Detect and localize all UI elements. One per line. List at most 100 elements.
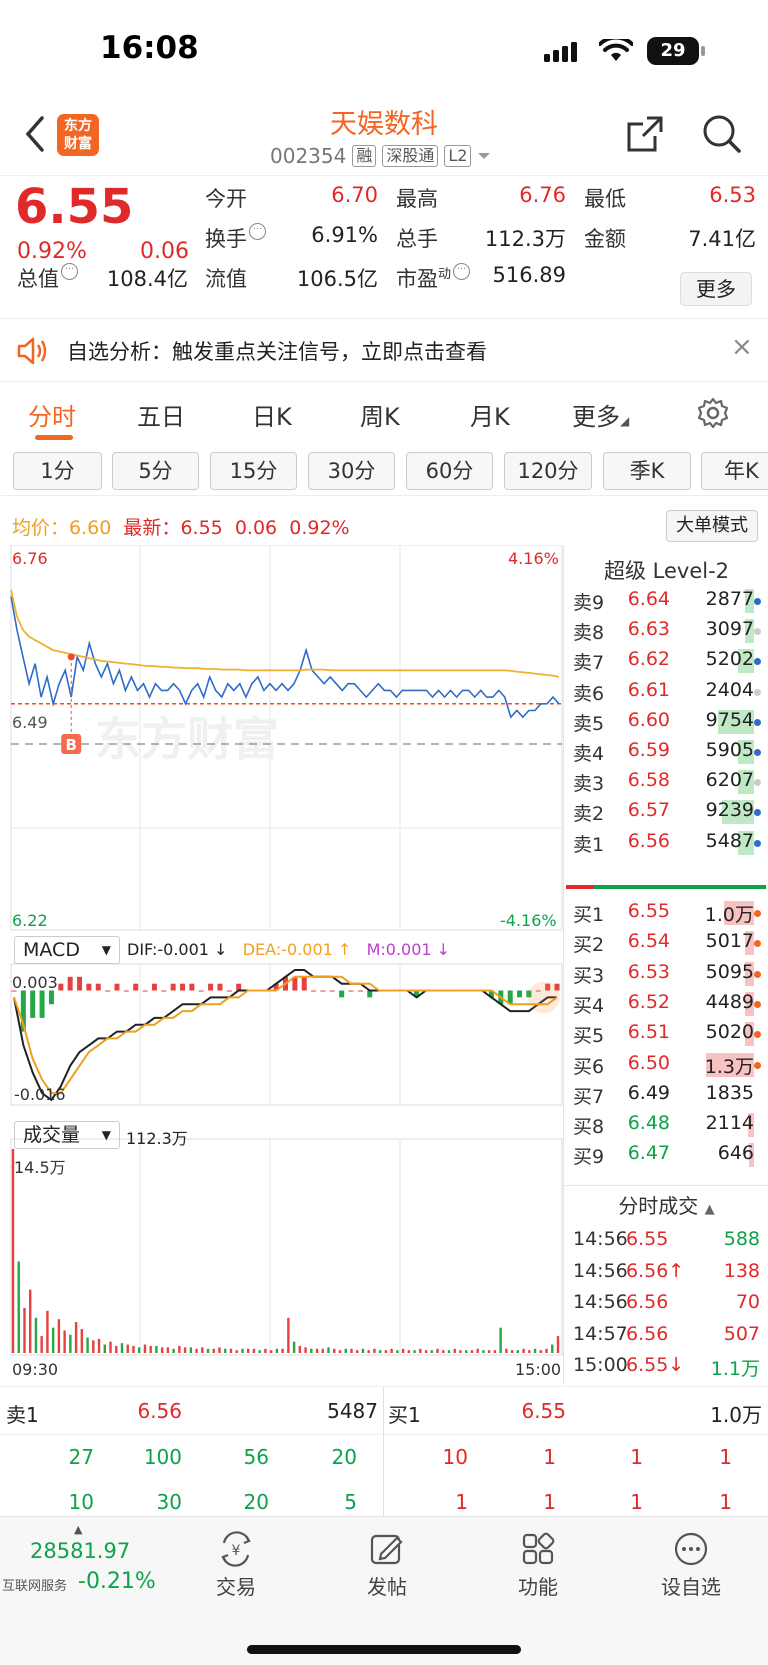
volume-bar bbox=[57, 1319, 61, 1353]
order-book[interactable]: 超级 Level-2 卖9 6.64 2877 卖8 6.63 3097 卖7 6.62 520… bbox=[563, 545, 768, 1385]
index-name: 互联网服务 bbox=[2, 1579, 68, 1594]
macd-histogram-bar bbox=[105, 990, 111, 992]
bid-level[interactable]: 买7 6.49 1835 bbox=[564, 1079, 768, 1111]
pe-label[interactable]: 市盈动 ··· bbox=[396, 263, 471, 293]
level-label: 卖4 bbox=[573, 743, 605, 765]
info-icon[interactable]: ··· bbox=[61, 263, 78, 280]
trade-volume: 138 bbox=[723, 1259, 760, 1282]
volume-bar bbox=[545, 1348, 548, 1353]
macd-dea-label: DEA:-0.001 ↑ bbox=[242, 940, 352, 959]
bid1-label: 买1 bbox=[388, 1403, 421, 1427]
caret-down-icon[interactable] bbox=[477, 151, 491, 161]
tab-more[interactable]: 更多◢ bbox=[572, 397, 629, 432]
intraday-chart[interactable]: 东方财富 B bbox=[0, 545, 563, 1385]
alert-banner[interactable]: 自选分析：触发重点关注信号，立即点击查看 × bbox=[0, 320, 768, 382]
info-icon[interactable]: ··· bbox=[249, 223, 266, 240]
ask-level[interactable]: 卖6 6.61 2404 bbox=[564, 676, 768, 708]
interval-year-k[interactable]: 年K bbox=[701, 452, 768, 490]
volume-bar bbox=[384, 1350, 388, 1353]
trade-row: 15:00 6.55↓ 1.1万 bbox=[564, 1351, 768, 1383]
volume-bar bbox=[556, 1336, 560, 1353]
interval-120min[interactable]: 120分 bbox=[504, 452, 592, 490]
ask-level[interactable]: 卖9 6.64 2877 bbox=[564, 585, 768, 617]
nav-trade[interactable]: ¥ 交易 bbox=[191, 1531, 281, 1600]
bid-level[interactable]: 买1 6.55 1.0万 bbox=[564, 897, 768, 929]
interval-quarter-k[interactable]: 季K bbox=[603, 452, 691, 490]
bid-queue-cell: 1 bbox=[543, 1490, 556, 1514]
interval-5min[interactable]: 5分 bbox=[112, 452, 199, 490]
level-dot bbox=[754, 1000, 761, 1008]
bid-level[interactable]: 买4 6.52 4489 bbox=[564, 988, 768, 1020]
interval-1min[interactable]: 1分 bbox=[13, 452, 102, 490]
banner-text[interactable]: 自选分析：触发重点关注信号，立即点击查看 bbox=[67, 336, 487, 366]
volume-bar bbox=[292, 1341, 296, 1353]
caret-up-icon[interactable]: ▲ bbox=[74, 1523, 82, 1536]
macd-histogram-bar bbox=[86, 983, 92, 991]
bottom-toolbar: ▲ 28581.97 互联网服务 -0.21% ¥ 交易 发帖 功能 设自选 bbox=[0, 1516, 768, 1665]
level-volume: 2114 bbox=[705, 1112, 754, 1135]
close-icon[interactable]: × bbox=[731, 332, 753, 362]
volume-bar bbox=[149, 1345, 152, 1353]
bid-level[interactable]: 买6 6.50 1.3万 bbox=[564, 1049, 768, 1081]
macd-dea-line bbox=[13, 975, 558, 1095]
clock: 16:08 bbox=[100, 30, 199, 66]
macd-histogram-bar bbox=[217, 983, 223, 991]
bid-level[interactable]: 买8 6.48 2114 bbox=[564, 1109, 768, 1141]
volume-bar bbox=[505, 1348, 508, 1353]
bid-level[interactable]: 买2 6.54 5017 bbox=[564, 927, 768, 959]
time-end-label: 15:00 bbox=[515, 1360, 562, 1379]
tab-daily-k[interactable]: 日K bbox=[252, 397, 292, 432]
volume-selector[interactable]: 成交量 ▼ bbox=[14, 1121, 120, 1149]
ask-level[interactable]: 卖2 6.57 9239 bbox=[564, 796, 768, 828]
turnover-label[interactable]: 换手 ··· bbox=[205, 223, 266, 253]
volume-bar bbox=[269, 1350, 273, 1353]
volume-bar bbox=[327, 1347, 330, 1353]
trades-title[interactable]: 分时成交 ▲ bbox=[564, 1190, 768, 1219]
interval-15min[interactable]: 15分 bbox=[210, 452, 297, 490]
macd-histogram-bar bbox=[357, 990, 363, 992]
chart-panel-frame bbox=[10, 545, 563, 931]
volume-bar bbox=[11, 1149, 15, 1353]
tab-five-day[interactable]: 五日 bbox=[137, 397, 185, 432]
share-icon[interactable] bbox=[625, 114, 665, 154]
bid-level[interactable]: 买9 6.47 646 bbox=[564, 1139, 768, 1171]
ask-level[interactable]: 卖4 6.59 5905 bbox=[564, 736, 768, 768]
bid-ask-summary[interactable]: 卖1 6.56 5487 买1 6.55 1.0万 27 100 56 20 10 30 2… bbox=[0, 1386, 768, 1517]
level-volume: 5202 bbox=[705, 648, 754, 671]
ask-level[interactable]: 卖1 6.56 5487 bbox=[564, 827, 768, 859]
ask-level[interactable]: 卖5 6.60 9754 bbox=[564, 706, 768, 738]
chart-area[interactable]: 东方财富 B 6.76 4.16% 6.49 6.22 -4.16% MACD ▼… bbox=[0, 545, 563, 1385]
volume-bar bbox=[143, 1344, 147, 1353]
info-icon[interactable]: ··· bbox=[453, 263, 471, 280]
macd-selector[interactable]: MACD ▼ bbox=[14, 936, 120, 964]
nav-post[interactable]: 发帖 bbox=[342, 1531, 432, 1600]
search-icon[interactable] bbox=[702, 114, 742, 154]
order-book-title: 超级 Level-2 bbox=[603, 559, 730, 583]
tab-weekly-k[interactable]: 周K bbox=[360, 397, 400, 432]
big-order-mode-button[interactable]: 大单模式 bbox=[666, 510, 758, 542]
interval-60min[interactable]: 60分 bbox=[406, 452, 493, 490]
nav-functions[interactable]: 功能 bbox=[493, 1531, 583, 1600]
volume-bar bbox=[46, 1310, 49, 1353]
ask-level[interactable]: 卖7 6.62 5202 bbox=[564, 645, 768, 677]
market-cap-label[interactable]: 总值 ··· bbox=[17, 263, 78, 293]
bid-level[interactable]: 买5 6.51 5020 bbox=[564, 1018, 768, 1050]
index-value[interactable]: 28581.97 bbox=[30, 1539, 130, 1563]
home-indicator[interactable] bbox=[247, 1645, 521, 1654]
nav-add-watchlist[interactable]: 设自选 bbox=[646, 1531, 736, 1600]
ask-level[interactable]: 卖3 6.58 6207 bbox=[564, 766, 768, 798]
volume-bar bbox=[235, 1350, 238, 1353]
gear-icon[interactable] bbox=[697, 397, 729, 429]
volume-bar bbox=[338, 1350, 342, 1353]
more-circle-icon bbox=[674, 1532, 708, 1566]
tab-intraday[interactable]: 分时 bbox=[28, 397, 76, 432]
float-cap-value: 106.5亿 bbox=[296, 267, 378, 291]
more-button[interactable]: 更多 bbox=[680, 272, 752, 306]
interval-30min[interactable]: 30分 bbox=[308, 452, 395, 490]
ask-level[interactable]: 卖8 6.63 3097 bbox=[564, 615, 768, 647]
level2-tag: L2 bbox=[444, 145, 472, 167]
book-divider bbox=[566, 885, 766, 889]
bid-level[interactable]: 买3 6.53 5095 bbox=[564, 958, 768, 990]
tab-monthly-k[interactable]: 月K bbox=[470, 397, 510, 432]
level-volume: 1.0万 bbox=[704, 904, 754, 926]
